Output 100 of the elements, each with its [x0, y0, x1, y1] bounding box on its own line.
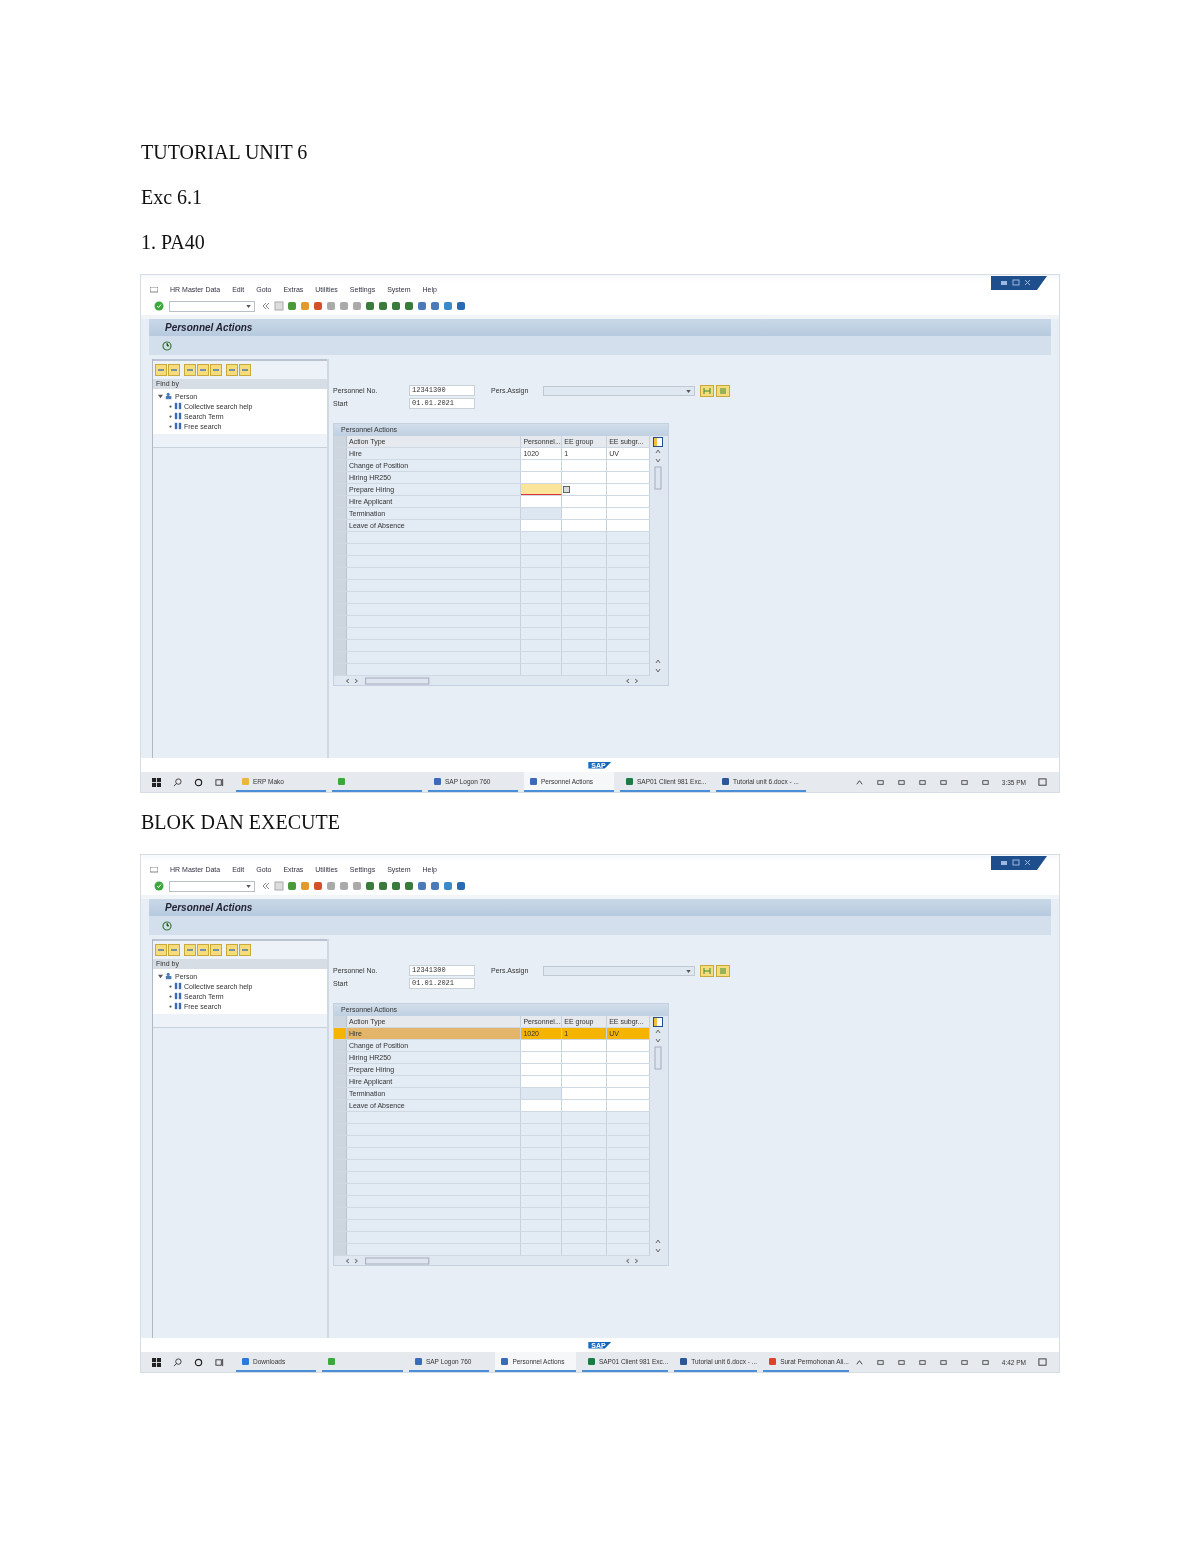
nav-button-icon[interactable] — [210, 364, 222, 376]
menu-icon[interactable] — [150, 866, 158, 873]
circle-icon[interactable] — [194, 777, 203, 787]
row-selector[interactable] — [334, 472, 347, 483]
row-selector[interactable] — [334, 664, 347, 675]
caret-icon[interactable] — [246, 884, 251, 888]
chevron-up-icon[interactable] — [854, 1357, 864, 1367]
expand-toggle-icon[interactable] — [158, 973, 163, 979]
row-selector[interactable] — [334, 1184, 347, 1195]
caret-icon[interactable] — [246, 304, 251, 308]
check-icon[interactable] — [154, 881, 164, 891]
circle-icon[interactable] — [194, 1357, 203, 1367]
menu-icon[interactable] — [150, 286, 158, 293]
row-selector[interactable] — [334, 436, 347, 447]
row-selector[interactable] — [334, 544, 347, 555]
row-selector[interactable] — [334, 1016, 347, 1027]
row-selector[interactable] — [334, 1244, 347, 1255]
tray-icon[interactable] — [938, 1357, 948, 1367]
table-cell[interactable] — [607, 472, 650, 483]
table-cell[interactable] — [521, 1052, 563, 1063]
table-settings-icon[interactable] — [653, 437, 663, 447]
table-cell[interactable] — [562, 1100, 608, 1111]
search-icon[interactable] — [173, 1357, 182, 1367]
tray-icon[interactable] — [896, 777, 906, 787]
table-cell[interactable] — [562, 1052, 608, 1063]
row-selector[interactable] — [334, 496, 347, 507]
table-cell[interactable] — [521, 484, 563, 495]
nav-button-icon[interactable] — [168, 944, 180, 956]
tray-icon[interactable] — [896, 1357, 906, 1367]
double-arrow-icon[interactable] — [261, 301, 271, 311]
row-selector[interactable] — [334, 1136, 347, 1147]
row-selector[interactable] — [334, 580, 347, 591]
list-icon[interactable] — [716, 384, 730, 397]
window-controls-icon[interactable] — [991, 856, 1047, 870]
command-field[interactable] — [169, 880, 255, 892]
row-selector[interactable] — [334, 508, 347, 519]
row-selector[interactable] — [334, 652, 347, 663]
table-cell[interactable] — [562, 1076, 608, 1087]
hierarchy-icon[interactable] — [700, 964, 714, 977]
table-cell[interactable] — [562, 1088, 608, 1099]
command-field[interactable] — [169, 300, 255, 312]
row-selector[interactable] — [334, 460, 347, 471]
row-selector[interactable] — [334, 1220, 347, 1231]
window-controls-icon[interactable] — [991, 276, 1047, 290]
row-selector[interactable] — [334, 1160, 347, 1171]
task-view-icon[interactable] — [215, 777, 224, 787]
row-selector[interactable] — [334, 1040, 347, 1051]
table-cell[interactable] — [521, 1040, 563, 1051]
row-selector[interactable] — [334, 1232, 347, 1243]
tray-icon[interactable] — [938, 777, 948, 787]
clock-icon[interactable] — [162, 920, 172, 931]
table-cell[interactable] — [562, 1040, 608, 1051]
check-icon[interactable] — [154, 301, 164, 311]
tray-icon[interactable] — [917, 777, 927, 787]
caret-icon[interactable] — [686, 389, 691, 393]
task-view-icon[interactable] — [215, 1357, 224, 1367]
row-selector[interactable] — [334, 1148, 347, 1159]
table-cell[interactable] — [521, 1076, 563, 1087]
table-cell[interactable] — [607, 460, 650, 471]
table-cell[interactable] — [607, 484, 650, 495]
table-cell[interactable] — [607, 1088, 650, 1099]
nav-button-icon[interactable] — [197, 364, 209, 376]
row-selector[interactable] — [334, 640, 347, 651]
row-selector[interactable] — [334, 628, 347, 639]
double-arrow-icon[interactable] — [261, 881, 271, 891]
table-cell[interactable] — [607, 508, 650, 519]
table-cell[interactable] — [607, 1040, 650, 1051]
row-selector[interactable] — [334, 1064, 347, 1075]
save-icon[interactable] — [274, 301, 284, 311]
tray-icon[interactable] — [875, 777, 885, 787]
row-selector[interactable] — [334, 1172, 347, 1183]
nav-button-icon[interactable] — [239, 944, 251, 956]
tray-icon[interactable] — [980, 777, 990, 787]
list-icon[interactable] — [716, 964, 730, 977]
row-selector[interactable] — [334, 604, 347, 615]
nav-button-icon[interactable] — [239, 364, 251, 376]
table-cell[interactable] — [562, 460, 608, 471]
save-icon[interactable] — [274, 881, 284, 891]
table-cell[interactable] — [521, 520, 563, 531]
search-icon[interactable] — [173, 777, 182, 787]
tray-icon[interactable] — [875, 1357, 885, 1367]
nav-button-icon[interactable] — [197, 944, 209, 956]
table-cell[interactable] — [607, 520, 650, 531]
row-selector[interactable] — [334, 1112, 347, 1123]
table-cell[interactable] — [562, 508, 608, 519]
tray-icon[interactable] — [959, 777, 969, 787]
nav-button-icon[interactable] — [226, 944, 238, 956]
nav-button-icon[interactable] — [184, 364, 196, 376]
table-cell[interactable] — [521, 1064, 563, 1075]
notification-icon[interactable] — [1038, 777, 1047, 787]
row-selector[interactable] — [334, 1196, 347, 1207]
table-cell[interactable] — [607, 1076, 650, 1087]
tray-icon[interactable] — [959, 1357, 969, 1367]
row-selector[interactable] — [334, 616, 347, 627]
table-cell[interactable] — [607, 496, 650, 507]
row-selector[interactable] — [334, 1100, 347, 1111]
row-selector[interactable] — [334, 1052, 347, 1063]
notification-icon[interactable] — [1038, 1357, 1047, 1367]
row-selector[interactable] — [334, 1088, 347, 1099]
nav-button-icon[interactable] — [210, 944, 222, 956]
